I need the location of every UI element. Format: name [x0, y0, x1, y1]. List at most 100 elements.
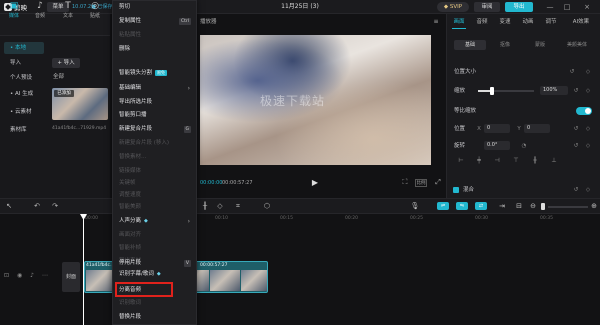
context-menu-item[interactable]: 识别字幕/歌词 ◆ [119, 269, 191, 280]
shortcut-key: G [183, 126, 191, 133]
subtab-beauty[interactable]: 美颜美体 [559, 40, 595, 50]
align-right-icon[interactable]: ⊣ [492, 157, 502, 165]
ratio-button[interactable]: 比例 [415, 179, 427, 187]
position-reset-icon[interactable]: ↺ [572, 125, 580, 133]
tab-picture[interactable]: 画面 [449, 18, 469, 26]
export-button[interactable]: 导出 [505, 2, 533, 12]
zoom-out-icon[interactable]: ⊖ [528, 201, 538, 211]
align-bottom-icon[interactable]: ⊥ [549, 157, 559, 165]
review-button[interactable]: 审阅 [474, 2, 500, 12]
rotate-tool-icon[interactable]: ⬡ [262, 201, 272, 211]
auto-snap-icon[interactable]: ⇋ [456, 202, 468, 210]
nav-presets[interactable]: 个人预设 [4, 72, 44, 84]
zoom-fit-icon[interactable]: ⊟ [514, 201, 524, 211]
subtab-mask[interactable]: 蒙版 [524, 40, 556, 50]
context-menu-item: 粘贴属性 [119, 30, 191, 41]
context-menu-item[interactable]: 基础编辑 › [119, 83, 191, 94]
split-icon[interactable]: ╫ [200, 201, 210, 211]
blend-reset-icon[interactable]: ↺ [572, 186, 580, 194]
context-menu-item[interactable]: 新建复合片段 G [119, 124, 191, 135]
scale-keyframe-icon[interactable]: ◇ [584, 87, 592, 95]
scale-reset-icon[interactable]: ↺ [572, 87, 580, 95]
zoom-slider-track[interactable] [548, 206, 588, 208]
crop-icon[interactable]: ⌗ [233, 201, 243, 211]
blend-checkbox[interactable] [453, 187, 459, 193]
keyframe-icon[interactable]: ◇ [584, 68, 592, 76]
context-menu-item[interactable]: 停用片段 V [119, 258, 191, 269]
context-menu-item[interactable]: 智能镜头分割 限免 [119, 68, 191, 79]
rotate-keyframe-icon[interactable]: ◇ [584, 142, 592, 150]
fit-screen-icon[interactable]: ⛶ [400, 178, 410, 188]
playhead[interactable] [83, 214, 84, 325]
freeze-icon[interactable]: ◇ [215, 201, 225, 211]
visibility-icon[interactable]: ◉ [17, 272, 22, 279]
tab-media[interactable]: ▣ 媒体 [3, 1, 25, 21]
nav-local[interactable]: • 本地 [4, 42, 44, 54]
tab-audio[interactable]: ♪ 音频 [29, 1, 51, 21]
import-button[interactable]: + 导入 [52, 58, 80, 68]
tab-adjust[interactable]: 调节 [541, 18, 561, 26]
tab-audio-props[interactable]: 音频 [472, 18, 492, 26]
maximize-icon[interactable]: □ [562, 2, 572, 12]
tab-sticker[interactable]: ◎ 贴纸 [84, 1, 106, 21]
align-top-icon[interactable]: ⊤ [511, 157, 521, 165]
linkage-icon[interactable]: ⇄ [475, 202, 487, 210]
context-menu-item[interactable]: 复制属性 Ctrl [119, 16, 191, 27]
mute-icon[interactable]: ♪ [30, 272, 34, 279]
microphone-icon[interactable]: 🎙 [410, 201, 420, 211]
context-menu-item: 新建复合片段 (移入) [119, 138, 191, 149]
rotate-input[interactable]: 0.0° [484, 141, 510, 150]
nav-library[interactable]: 素材库 [4, 124, 44, 136]
play-icon[interactable]: ▶ [310, 178, 320, 188]
lock-icon[interactable]: ⊡ [4, 272, 9, 279]
redo-icon[interactable]: ↷ [50, 201, 60, 211]
rotate-reset-icon[interactable]: ↺ [572, 142, 580, 150]
preview-axis-icon[interactable]: ⇥ [497, 201, 507, 211]
cover-button[interactable]: 封面 [62, 262, 80, 292]
svip-button[interactable]: ◆ SVIP [437, 2, 469, 12]
tab-text[interactable]: T 文本 [57, 1, 79, 21]
nav-cloud[interactable]: • 云素材 [4, 106, 44, 118]
select-tool-icon[interactable]: ↖ [4, 201, 14, 211]
clip-duration: 00:00:57:27 [200, 263, 228, 268]
main-track-magnet-icon[interactable]: ⇌ [437, 202, 449, 210]
context-menu-item[interactable]: 导出所选片段 [119, 97, 191, 108]
scale-slider-handle[interactable] [490, 87, 494, 95]
align-left-icon[interactable]: ⊢ [456, 157, 466, 165]
reset-icon[interactable]: ↺ [568, 68, 576, 76]
context-menu-item[interactable]: 替换片段 [119, 312, 191, 323]
tab-ai-effects[interactable]: AI效果 [566, 18, 596, 26]
media-filter-all[interactable]: 全部 [53, 73, 83, 81]
more-options-icon[interactable]: ⋯ [42, 272, 48, 279]
align-center-v-icon[interactable]: ╫ [530, 157, 540, 165]
align-center-h-icon[interactable]: ╪ [474, 157, 484, 165]
nav-ai-generate[interactable]: • AI 生成 [4, 88, 44, 100]
context-menu-item[interactable]: 人声分离 ◆ › [119, 216, 191, 227]
context-menu-item-label: 停用片段 [119, 260, 142, 266]
minimize-icon[interactable]: — [545, 2, 555, 12]
clip-frame [210, 270, 240, 291]
blend-keyframe-icon[interactable]: ◇ [584, 186, 592, 194]
context-menu-item-label: 智能剪口播 [119, 112, 147, 118]
position-keyframe-icon[interactable]: ◇ [584, 125, 592, 133]
rotate-dial-icon[interactable]: ◔ [520, 142, 528, 150]
close-icon[interactable]: × [582, 2, 592, 12]
undo-icon[interactable]: ↶ [32, 201, 42, 211]
tab-animation[interactable]: 动画 [518, 18, 538, 26]
nav-import[interactable]: 导入 [4, 57, 44, 69]
pos-y-input[interactable]: 0 [524, 124, 550, 133]
context-menu-item[interactable]: 删除 [119, 44, 191, 55]
scale-input[interactable]: 100% [540, 86, 568, 95]
subtab-basic[interactable]: 基础 [454, 40, 486, 50]
more-icon[interactable]: ≡ [431, 18, 441, 26]
pos-x-input[interactable]: 0 [484, 124, 510, 133]
ruler-tick: 00:25 [410, 216, 423, 221]
zoom-in-icon[interactable]: ⊕ [590, 201, 598, 211]
subtab-cutout[interactable]: 抠像 [489, 40, 521, 50]
zoom-slider-handle[interactable] [541, 203, 545, 210]
free-badge: 限免 [155, 69, 168, 76]
context-menu-item[interactable]: 智能剪口播 [119, 110, 191, 121]
fullscreen-icon[interactable]: ⤢ [433, 178, 443, 188]
context-menu-item[interactable]: 剪切 [119, 2, 191, 13]
tab-speed[interactable]: 变速 [495, 18, 515, 26]
